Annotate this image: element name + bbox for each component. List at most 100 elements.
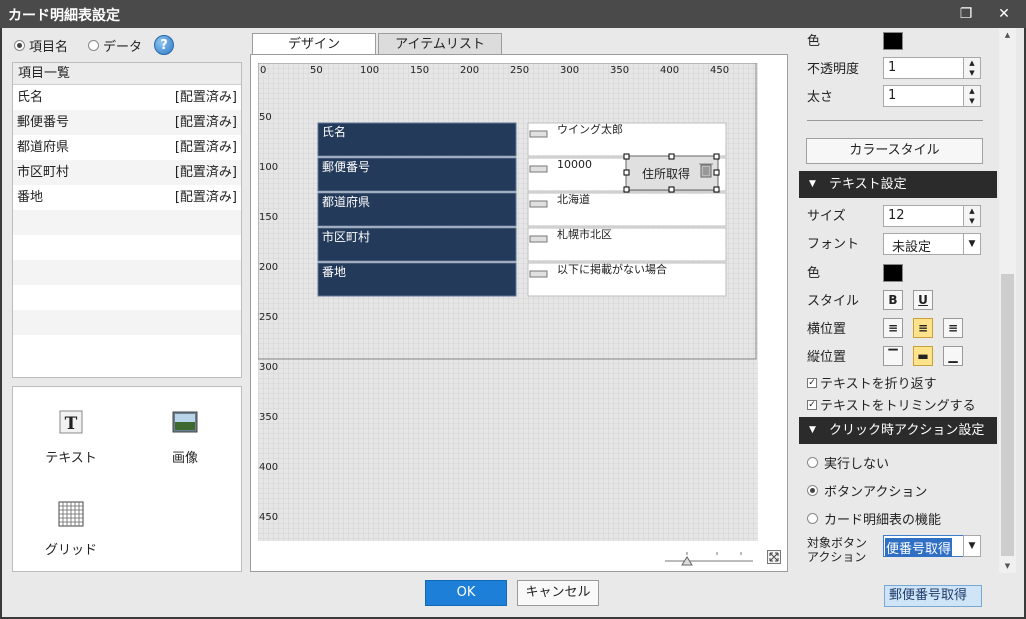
resize-handle (713, 153, 720, 160)
text-settings-section[interactable]: テキスト設定 (799, 171, 997, 198)
field-icon (529, 270, 548, 278)
card-row-label: 氏名 (322, 124, 346, 139)
scrollbar-thumb[interactable] (1001, 274, 1014, 556)
close-icon[interactable]: ✕ (994, 4, 1014, 24)
action-none-radio[interactable]: 実行しない (807, 453, 889, 472)
radio-icon (807, 457, 818, 468)
trim-text-checkbox[interactable]: ✓ テキストをトリミングする (807, 395, 976, 414)
list-item[interactable]: 都道府県 [配置済み] (13, 135, 241, 160)
font-select[interactable]: 未設定 ▼ (883, 233, 981, 255)
align-right-icon[interactable]: ≡ (943, 318, 963, 338)
checkbox-icon: ✓ (807, 377, 817, 388)
ruler-x-label: 100 (360, 65, 379, 76)
list-item-status: [配置済み] (174, 165, 237, 180)
tool-grid[interactable]: グリッド (31, 501, 111, 558)
underline-button[interactable]: U (913, 290, 933, 310)
tool-text[interactable]: T テキスト (31, 409, 111, 466)
spin-down-icon[interactable]: ▼ (964, 96, 980, 106)
tool-grid-label: グリッド (44, 543, 97, 558)
restore-icon[interactable]: ❐ (956, 4, 976, 24)
tab-item-list[interactable]: アイテムリスト (378, 33, 502, 55)
ruler-y-label: 350 (259, 412, 278, 423)
cancel-button[interactable]: キャンセル (517, 580, 599, 606)
tool-image-label: 画像 (171, 451, 198, 466)
radio-icon (807, 513, 818, 524)
ok-button[interactable]: OK (425, 580, 507, 606)
valign-middle-icon[interactable]: ▬ (913, 346, 933, 366)
spin-up-icon[interactable]: ▲ (964, 206, 980, 216)
list-item-name: 氏名 (17, 90, 44, 105)
scroll-down-icon[interactable]: ▼ (999, 559, 1016, 573)
list-item-name: 郵便番号 (17, 115, 70, 130)
address-button[interactable]: 住所取得 (623, 153, 720, 193)
text-tool-icon: T (59, 410, 83, 434)
ruler-x-label: 250 (510, 65, 529, 76)
field-icon (529, 130, 548, 138)
list-item[interactable]: 郵便番号 [配置済み] (13, 110, 241, 135)
tool-palette: T テキスト 画像 グリッド (12, 386, 242, 572)
zoom-slider[interactable] (665, 549, 755, 567)
ruler-x-label: 200 (460, 65, 479, 76)
align-center-icon[interactable]: ≡ (913, 318, 933, 338)
click-action-section[interactable]: クリック時アクション設定 (799, 417, 997, 444)
field-icon (529, 165, 548, 173)
text-color-label: 色 (807, 266, 821, 281)
list-item-name: 市区町村 (17, 165, 70, 180)
opacity-stepper[interactable]: 1 ▲ ▼ (883, 57, 981, 79)
radio-data-label: データ (103, 39, 143, 55)
font-size-stepper[interactable]: 12 ▲ ▼ (883, 205, 981, 227)
valign-top-icon[interactable]: ▔ (883, 346, 903, 366)
resize-handle (668, 186, 675, 193)
radio-data[interactable] (88, 39, 100, 51)
help-icon[interactable]: ? (154, 35, 175, 55)
action-button-label: ボタンアクション (824, 485, 928, 500)
list-item[interactable]: 番地 [配置済み] (13, 185, 241, 210)
valign-bottom-icon[interactable]: ▁ (943, 346, 963, 366)
ruler-y-label: 300 (259, 362, 278, 373)
ruler-x-label: 50 (310, 65, 323, 76)
chevron-down-icon[interactable]: ▼ (964, 536, 980, 556)
valign-label: 縦位置 (807, 350, 847, 365)
dialog-body: 項目名 データ ? 項目一覧 氏名 [配置済み] 郵便番号 [配置済み] 都道府… (2, 28, 1024, 617)
radio-item-name[interactable] (14, 39, 25, 51)
fit-to-screen-icon[interactable] (767, 550, 781, 564)
action-card-label: カード明細表の機能 (824, 513, 942, 528)
chevron-down-icon[interactable]: ▼ (964, 234, 980, 254)
color-style-button[interactable]: カラースタイル (806, 138, 983, 164)
action-card-radio[interactable]: カード明細表の機能 (807, 509, 941, 528)
trim-text-label: テキストをトリミングする (820, 399, 976, 414)
dropdown-option[interactable]: 郵便番号取得 (884, 585, 982, 607)
tool-image[interactable]: 画像 (145, 409, 225, 466)
wrap-text-checkbox[interactable]: ✓ テキストを折り返す (807, 373, 937, 392)
card-row-value: ウイング太郎 (557, 122, 623, 136)
opacity-label: 不透明度 (807, 62, 860, 77)
design-grid: 0501001502002503003504004505005010015020… (258, 63, 758, 541)
list-item[interactable]: 市区町村 [配置済み] (13, 160, 241, 185)
align-left-icon[interactable]: ≡ (883, 318, 903, 338)
grid-area[interactable]: 0501001502002503003504004505005010015020… (258, 63, 758, 541)
spin-down-icon[interactable]: ▼ (964, 68, 980, 78)
action-button-radio[interactable]: ボタンアクション (807, 481, 927, 500)
scroll-up-icon[interactable]: ▲ (999, 28, 1016, 42)
window-title: カード明細表設定 (8, 8, 120, 24)
text-color-swatch[interactable] (883, 264, 903, 282)
properties-scrollbar[interactable]: ▲ ▼ (999, 28, 1016, 573)
spin-up-icon[interactable]: ▲ (964, 86, 980, 96)
field-icon (529, 235, 548, 243)
target-action-select[interactable]: 便番号取得 ▼ (883, 535, 981, 557)
font-label: フォント (807, 237, 860, 252)
ruler-y-label: 100 (259, 162, 278, 173)
line-color-swatch[interactable] (883, 32, 903, 50)
list-item[interactable]: 氏名 [配置済み] (13, 85, 241, 110)
spin-down-icon[interactable]: ▼ (964, 216, 980, 226)
list-item-status: [配置済み] (174, 90, 237, 105)
properties-panel: 色 不透明度 1 ▲▼ 太さ 1 ▲▼ カラースタイル テキスト設定 サイズ 1… (799, 28, 999, 573)
spin-up-icon[interactable]: ▲ (964, 58, 980, 68)
list-item-status: [配置済み] (174, 140, 237, 155)
resize-handle (623, 153, 630, 160)
empty-row (13, 260, 241, 285)
card-row-value: 札幌市北区 (557, 227, 612, 241)
tab-design[interactable]: デザイン (252, 33, 376, 55)
thickness-stepper[interactable]: 1 ▲ ▼ (883, 85, 981, 107)
bold-button[interactable]: B (883, 290, 903, 310)
